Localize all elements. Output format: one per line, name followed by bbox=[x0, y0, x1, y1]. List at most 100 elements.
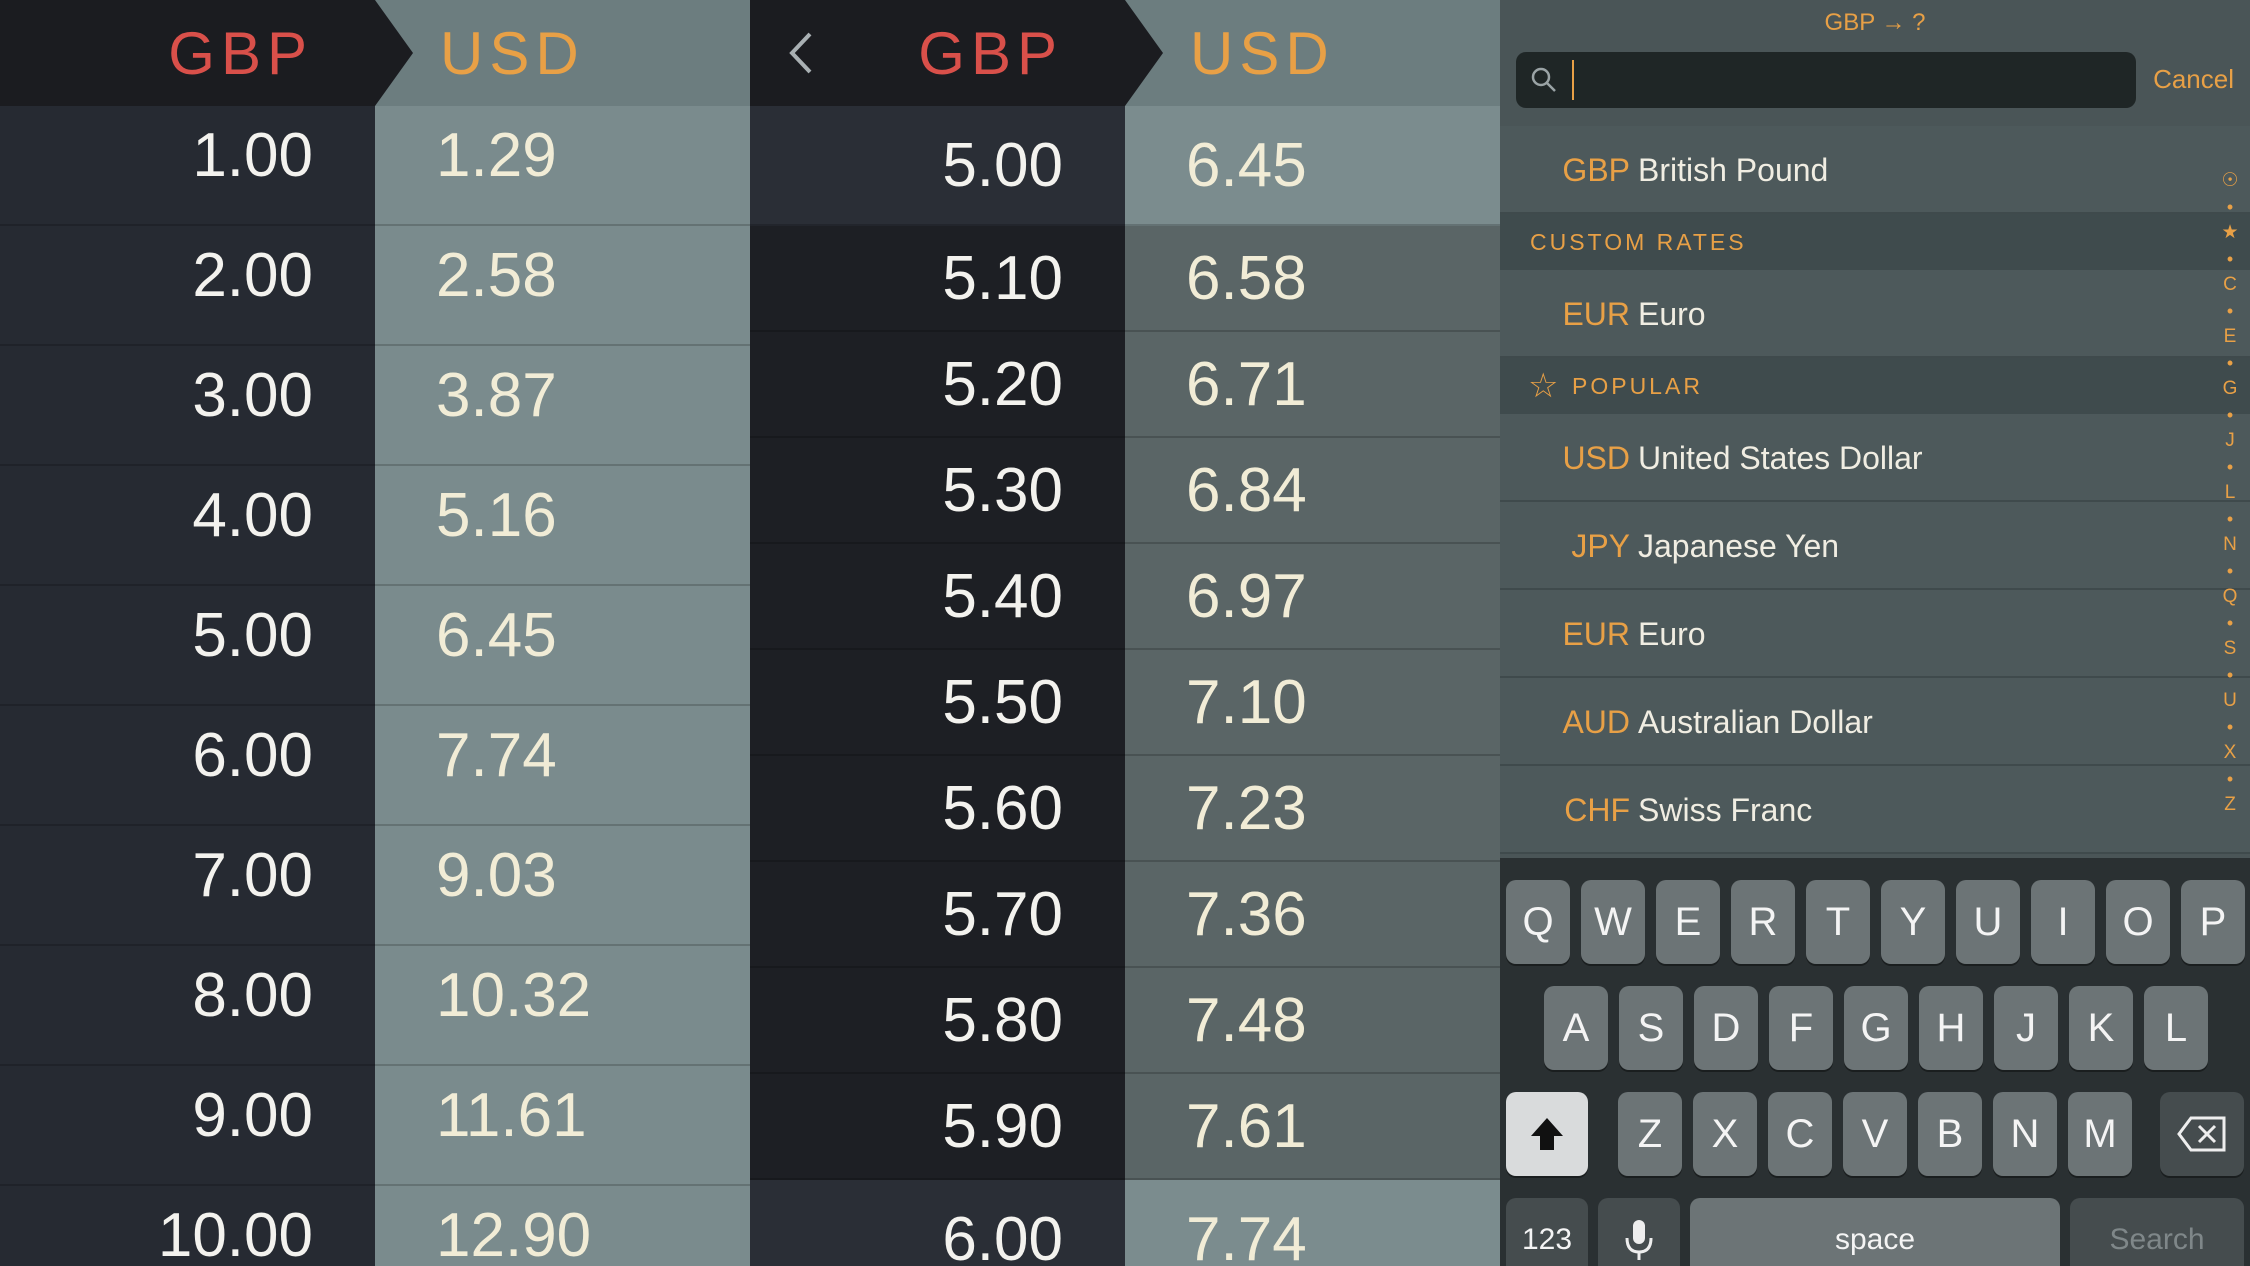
index-letter[interactable]: S bbox=[2216, 636, 2244, 662]
index-letter[interactable]: • bbox=[2216, 194, 2244, 220]
space-key[interactable]: space bbox=[1690, 1198, 2060, 1266]
search-key[interactable]: Search bbox=[2070, 1198, 2244, 1266]
cancel-button[interactable]: Cancel bbox=[2153, 64, 2234, 95]
index-letter[interactable]: N bbox=[2216, 532, 2244, 558]
index-letter[interactable]: ☉ bbox=[2216, 168, 2244, 194]
key-l[interactable]: L bbox=[2144, 986, 2208, 1070]
index-letter[interactable]: Z bbox=[2216, 792, 2244, 818]
index-letter[interactable]: L bbox=[2216, 480, 2244, 506]
list-item-base-currency[interactable]: GBP British Pound bbox=[1500, 126, 2250, 214]
key-z[interactable]: Z bbox=[1618, 1092, 1682, 1176]
index-letter[interactable]: E bbox=[2216, 324, 2244, 350]
key-f[interactable]: F bbox=[1769, 986, 1833, 1070]
index-letter[interactable]: • bbox=[2216, 298, 2244, 324]
conversion-row[interactable]: 5.30 6.84 bbox=[750, 438, 1500, 544]
key-w[interactable]: W bbox=[1581, 880, 1645, 964]
key-a[interactable]: A bbox=[1544, 986, 1608, 1070]
conversion-row[interactable]: 5.20 6.71 bbox=[750, 332, 1500, 438]
key-b[interactable]: B bbox=[1918, 1092, 1982, 1176]
section-title: POPULAR bbox=[1572, 373, 1703, 399]
index-letter[interactable]: • bbox=[2216, 558, 2244, 584]
key-v[interactable]: V bbox=[1843, 1092, 1907, 1176]
index-letter[interactable]: U bbox=[2216, 688, 2244, 714]
index-letter[interactable]: C bbox=[2216, 272, 2244, 298]
key-h[interactable]: H bbox=[1919, 986, 1983, 1070]
from-currency-code[interactable]: GBP bbox=[168, 14, 313, 94]
index-letter[interactable]: • bbox=[2216, 454, 2244, 480]
key-x[interactable]: X bbox=[1693, 1092, 1757, 1176]
shift-key[interactable] bbox=[1506, 1092, 1588, 1176]
index-letter[interactable]: G bbox=[2216, 376, 2244, 402]
list-item[interactable]: JPY Japanese Yen bbox=[1500, 502, 2250, 590]
key-c[interactable]: C bbox=[1768, 1092, 1832, 1176]
key-d[interactable]: D bbox=[1694, 986, 1758, 1070]
key-u[interactable]: U bbox=[1956, 880, 2020, 964]
list-item[interactable]: EUR Euro bbox=[1500, 270, 2250, 358]
index-letter[interactable]: • bbox=[2216, 246, 2244, 272]
back-chevron-icon[interactable] bbox=[780, 22, 820, 84]
conversion-row[interactable]: 5.90 7.61 bbox=[750, 1074, 1500, 1180]
conversion-row[interactable]: 5.40 6.97 bbox=[750, 544, 1500, 650]
index-letter[interactable]: • bbox=[2216, 766, 2244, 792]
key-k[interactable]: K bbox=[2069, 986, 2133, 1070]
conversion-row[interactable]: 5.70 7.36 bbox=[750, 862, 1500, 968]
conversion-row-next[interactable]: 6.00 7.74 bbox=[750, 1180, 1500, 1266]
index-letter[interactable]: • bbox=[2216, 662, 2244, 688]
key-s[interactable]: S bbox=[1619, 986, 1683, 1070]
conversion-row[interactable]: 5.60 7.23 bbox=[750, 756, 1500, 862]
row-bg-right bbox=[1125, 1180, 1500, 1266]
conversion-row[interactable]: 8.00 10.32 bbox=[0, 946, 750, 1066]
index-letter[interactable]: • bbox=[2216, 402, 2244, 428]
index-letter[interactable]: Q bbox=[2216, 584, 2244, 610]
conversion-row[interactable]: 7.00 9.03 bbox=[0, 826, 750, 946]
conversion-row[interactable]: 4.00 5.16 bbox=[0, 466, 750, 586]
key-t[interactable]: T bbox=[1806, 880, 1870, 964]
key-r[interactable]: R bbox=[1731, 880, 1795, 964]
list-item[interactable]: AUD Australian Dollar bbox=[1500, 678, 2250, 766]
section-index-bar[interactable]: ☉ • ★ • C • E • G • J • L • N • Q • S • U • X • Z bbox=[2216, 168, 2244, 818]
index-letter[interactable]: • bbox=[2216, 506, 2244, 532]
conversion-row[interactable]: 1.00 1.29 bbox=[0, 106, 750, 226]
index-letter[interactable]: J bbox=[2216, 428, 2244, 454]
key-j[interactable]: J bbox=[1994, 986, 2058, 1070]
key-m[interactable]: M bbox=[2068, 1092, 2132, 1176]
header-arrow-icon bbox=[375, 0, 413, 106]
currency-name: Swiss Franc bbox=[1638, 792, 1813, 828]
index-letter[interactable]: • bbox=[2216, 714, 2244, 740]
conversion-row[interactable]: 5.80 7.48 bbox=[750, 968, 1500, 1074]
search-input[interactable] bbox=[1572, 60, 2122, 100]
currency-code: CHF bbox=[1564, 792, 1630, 828]
dictation-key[interactable] bbox=[1598, 1198, 1680, 1266]
key-n[interactable]: N bbox=[1993, 1092, 2057, 1176]
key-o[interactable]: O bbox=[2106, 880, 2170, 964]
list-item[interactable]: CHF Swiss Franc bbox=[1500, 766, 2250, 854]
key-e[interactable]: E bbox=[1656, 880, 1720, 964]
from-currency-code[interactable]: GBP bbox=[918, 14, 1063, 94]
key-i[interactable]: I bbox=[2031, 880, 2095, 964]
list-item[interactable]: EUR Euro bbox=[1500, 590, 2250, 678]
index-letter[interactable]: ★ bbox=[2216, 220, 2244, 246]
conversion-row[interactable]: 9.00 11.61 bbox=[0, 1066, 750, 1186]
delete-key[interactable] bbox=[2160, 1092, 2244, 1176]
index-letter[interactable]: X bbox=[2216, 740, 2244, 766]
conversion-row[interactable]: 3.00 3.87 bbox=[0, 346, 750, 466]
index-letter[interactable]: • bbox=[2216, 610, 2244, 636]
from-amount: 5.20 bbox=[942, 350, 1063, 419]
key-g[interactable]: G bbox=[1844, 986, 1908, 1070]
conversion-row[interactable]: 5.00 6.45 bbox=[0, 586, 750, 706]
conversion-row[interactable]: 6.00 7.74 bbox=[0, 706, 750, 826]
numbers-key[interactable]: 123 bbox=[1506, 1198, 1588, 1266]
to-currency-code[interactable]: USD bbox=[440, 14, 585, 94]
key-q[interactable]: Q bbox=[1506, 880, 1570, 964]
conversion-row[interactable]: 5.50 7.10 bbox=[750, 650, 1500, 756]
conversion-row-selected[interactable]: 5.00 6.45 bbox=[750, 106, 1500, 226]
list-item[interactable]: USD United States Dollar bbox=[1500, 414, 2250, 502]
to-currency-code[interactable]: USD bbox=[1190, 14, 1335, 94]
conversion-row[interactable]: 5.10 6.58 bbox=[750, 226, 1500, 332]
key-p[interactable]: P bbox=[2181, 880, 2245, 964]
search-field[interactable] bbox=[1516, 52, 2136, 108]
conversion-row[interactable]: 10.00 12.90 bbox=[0, 1186, 750, 1266]
key-y[interactable]: Y bbox=[1881, 880, 1945, 964]
index-letter[interactable]: • bbox=[2216, 350, 2244, 376]
conversion-row[interactable]: 2.00 2.58 bbox=[0, 226, 750, 346]
